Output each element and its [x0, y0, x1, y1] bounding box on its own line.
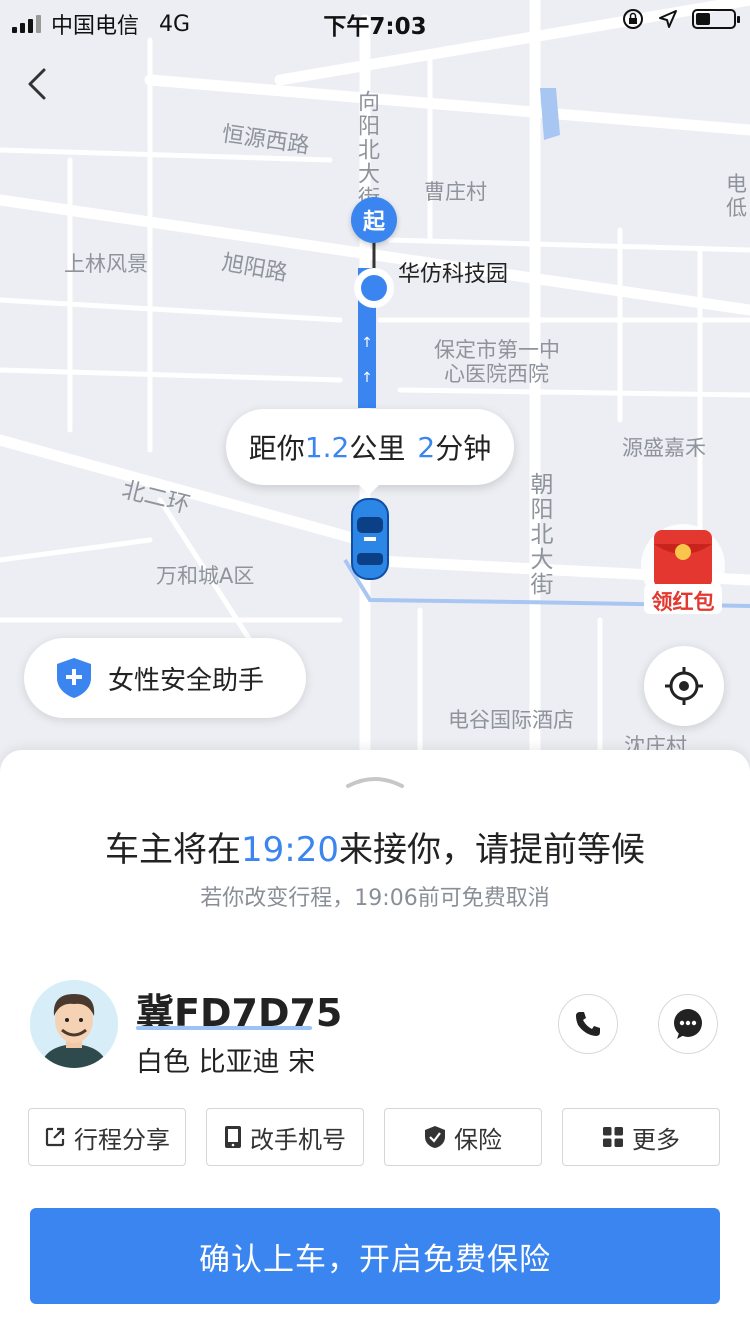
road-label-xiangyang: 向阳北大街 — [354, 90, 379, 210]
shield-plus-icon — [57, 658, 91, 698]
call-driver-button[interactable] — [558, 994, 618, 1054]
chat-bubble-icon — [674, 1009, 702, 1039]
female-safety-assistant-button[interactable]: 女性安全助手 — [24, 638, 306, 718]
share-trip-button[interactable]: 行程分享 — [28, 1108, 186, 1166]
sheet-handle[interactable] — [344, 772, 406, 790]
road-label-chaoyang: 朝阳北大街 — [526, 472, 552, 597]
share-trip-label: 行程分享 — [74, 1125, 170, 1154]
distance-bubble: 距你 1.2 公里 2 分钟 — [226, 409, 514, 495]
distance-value: 1.2 — [304, 430, 350, 464]
confirm-boarding-button[interactable]: 确认上车，开启免费保险 — [30, 1208, 720, 1304]
place-label-diangu-hotel: 电谷国际酒店 — [448, 708, 574, 732]
more-button[interactable]: 更多 — [562, 1108, 720, 1166]
place-label-caozhuang: 曹庄村 — [424, 180, 487, 204]
message-driver-button[interactable] — [658, 994, 718, 1054]
back-chevron-icon — [28, 68, 46, 100]
chevron-up-icon — [346, 777, 404, 788]
start-place-label: 华仿科技园 — [398, 262, 509, 287]
safety-assistant-label: 女性安全助手 — [108, 665, 265, 696]
status-bar: 中国电信 4G 下午7:03 — [0, 0, 750, 40]
place-label-hospital-2: 心医院西院 — [444, 362, 549, 386]
back-button[interactable] — [18, 62, 58, 106]
eta-unit: 分钟 — [435, 432, 492, 465]
pickup-message: 车主将在19:20来接你，请提前等候 — [0, 822, 750, 871]
phone-device-icon — [225, 1126, 241, 1148]
grid-icon — [603, 1127, 623, 1147]
start-marker: 起 — [351, 197, 397, 243]
map-view[interactable]: ↑ ↑ 恒源西路 旭阳路 北二环 向阳北大街 朝阳北大街 曹庄村 上林风景 保定… — [0, 0, 750, 800]
insurance-button[interactable]: 保险 — [384, 1108, 542, 1166]
car-icon — [351, 498, 389, 580]
driver-avatar[interactable] — [30, 980, 118, 1068]
crosshair-icon — [665, 667, 703, 705]
svg-text:↑: ↑ — [361, 335, 373, 351]
more-label: 更多 — [632, 1125, 680, 1154]
insurance-label: 保险 — [454, 1125, 502, 1154]
rotation-lock-icon — [623, 9, 643, 29]
distance-unit: 公里 — [349, 432, 406, 465]
pickup-time: 19:20 — [241, 830, 339, 870]
free-cancel-note: 若你改变行程，19:06前可免费取消 — [200, 886, 550, 911]
red-envelope-button[interactable]: 领红包 — [638, 520, 728, 620]
place-label-edge: 电 低 — [726, 172, 747, 220]
eta-minutes: 2 — [417, 430, 436, 464]
change-phone-button[interactable]: 改手机号 — [206, 1108, 364, 1166]
phone-icon — [576, 1012, 600, 1036]
pickup-suffix: 来接你，请提前等候 — [338, 830, 645, 870]
place-label-shanglin: 上林风景 — [64, 252, 148, 276]
plate-underline — [136, 1026, 312, 1030]
pickup-prefix: 车主将在 — [105, 830, 241, 870]
trip-info-sheet: 车主将在19:20来接你，请提前等候 若你改变行程，19:06前可免费取消 冀F… — [0, 750, 750, 1334]
share-icon — [45, 1127, 65, 1147]
shield-check-icon — [425, 1126, 445, 1148]
locate-me-button[interactable] — [644, 646, 724, 726]
distance-prefix: 距你 — [248, 432, 305, 465]
driver-avatar-illustration — [30, 980, 118, 1068]
svg-text:↑: ↑ — [361, 370, 373, 386]
battery-icon — [692, 9, 740, 29]
change-phone-label: 改手机号 — [250, 1125, 346, 1154]
place-label-yuansheng: 源盛嘉禾 — [622, 436, 706, 460]
location-arrow-icon — [659, 10, 677, 28]
red-envelope-label: 领红包 — [651, 590, 715, 614]
car-description: 白色 比亚迪 宋 — [136, 1047, 316, 1078]
place-label-wanhecheng: 万和城A区 — [156, 564, 255, 588]
